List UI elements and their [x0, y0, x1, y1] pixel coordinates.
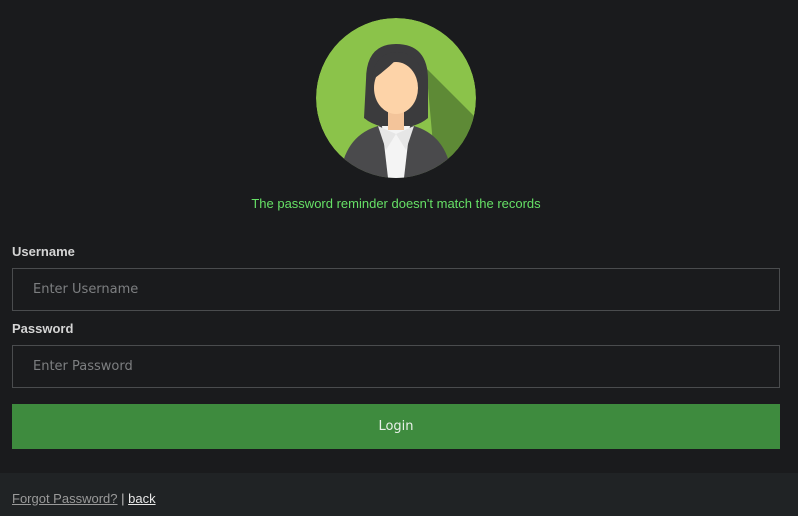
login-button[interactable]: Login — [12, 404, 780, 449]
password-label: Password — [12, 321, 74, 336]
back-link[interactable]: back — [128, 491, 155, 506]
footer-separator: | — [117, 491, 129, 506]
footer-links: Forgot Password? | back — [12, 491, 156, 506]
login-page: The password reminder doesn't match the … — [0, 0, 798, 516]
password-input[interactable] — [12, 345, 780, 388]
user-avatar-icon — [316, 18, 476, 178]
forgot-password-link[interactable]: Forgot Password? — [12, 491, 118, 506]
username-label: Username — [12, 244, 75, 259]
username-input[interactable] — [12, 268, 780, 311]
error-message: The password reminder doesn't match the … — [251, 196, 541, 211]
footer: Forgot Password? | back — [0, 473, 798, 516]
